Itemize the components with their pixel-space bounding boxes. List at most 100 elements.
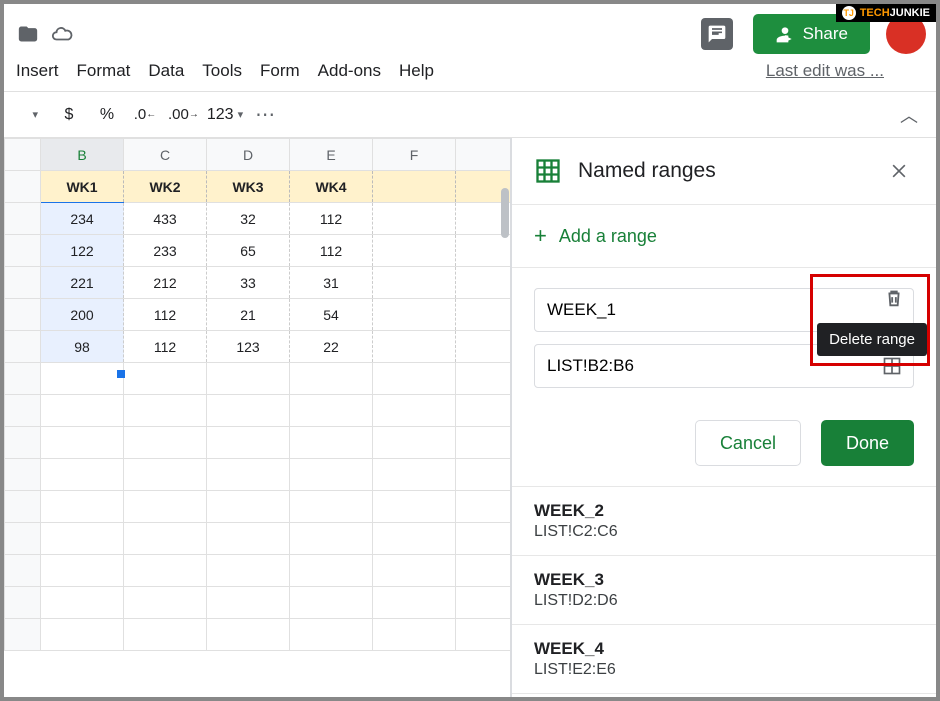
percent-format-button[interactable]: % xyxy=(92,100,122,130)
cell[interactable]: 233 xyxy=(124,235,207,267)
range-ref-label: LIST!D2:D6 xyxy=(534,592,914,610)
logo-text-1: TECH xyxy=(860,7,890,19)
cell[interactable] xyxy=(373,171,456,203)
share-label: Share xyxy=(803,24,848,44)
cloud-saved-icon[interactable] xyxy=(50,22,74,46)
column-header[interactable] xyxy=(456,139,512,171)
cell[interactable]: 123 xyxy=(207,331,290,363)
cell[interactable]: WK3 xyxy=(207,171,290,203)
move-icon[interactable] xyxy=(16,22,40,46)
add-range-label: Add a range xyxy=(559,226,657,247)
close-panel-button[interactable] xyxy=(884,156,914,186)
cell[interactable] xyxy=(456,299,512,331)
row-header[interactable] xyxy=(5,331,41,363)
cell[interactable]: 212 xyxy=(124,267,207,299)
delete-highlight-box: Delete range xyxy=(810,274,930,366)
sheets-icon xyxy=(534,157,562,185)
menu-insert[interactable]: Insert xyxy=(16,61,59,81)
increase-decimal-button[interactable]: .00→ xyxy=(168,100,199,130)
row-header[interactable] xyxy=(5,267,41,299)
menu-addons[interactable]: Add-ons xyxy=(318,61,381,81)
cell[interactable]: 221 xyxy=(41,267,124,299)
range-ref-label: LIST!C2:C6 xyxy=(534,523,914,541)
cell[interactable]: 54 xyxy=(290,299,373,331)
cell[interactable]: 234 xyxy=(41,203,124,235)
font-size-dropdown[interactable] xyxy=(16,100,46,130)
decrease-decimal-button[interactable]: .0← xyxy=(130,100,160,130)
vertical-scrollbar[interactable] xyxy=(501,188,509,238)
row-header[interactable] xyxy=(5,299,41,331)
title-bar: Share xyxy=(4,4,936,58)
cell[interactable] xyxy=(456,267,512,299)
cell[interactable]: 21 xyxy=(207,299,290,331)
cell[interactable] xyxy=(373,299,456,331)
cell[interactable]: 200 xyxy=(41,299,124,331)
panel-header: Named ranges xyxy=(512,138,936,205)
column-header[interactable]: E xyxy=(290,139,373,171)
logo-circle: TJ xyxy=(842,6,856,20)
cell[interactable]: WK1 xyxy=(41,171,124,203)
collapse-toolbar-button[interactable]: ︿ xyxy=(894,100,924,130)
cell[interactable] xyxy=(373,267,456,299)
spreadsheet[interactable]: B C D E F WK1 WK2 WK3 WK4 234 433 32 xyxy=(4,138,511,697)
cell[interactable]: 32 xyxy=(207,203,290,235)
cell[interactable]: 112 xyxy=(124,299,207,331)
cell[interactable] xyxy=(373,331,456,363)
add-range-button[interactable]: + Add a range xyxy=(512,205,936,268)
menu-bar: Insert Format Data Tools Form Add-ons He… xyxy=(4,58,936,92)
named-range-item[interactable]: WEEK_2 LIST!C2:C6 xyxy=(512,487,936,556)
done-button[interactable]: Done xyxy=(821,420,914,466)
logo-text-2: JUNKIE xyxy=(890,7,930,19)
column-header[interactable]: C xyxy=(124,139,207,171)
range-name-label: WEEK_4 xyxy=(534,639,914,659)
cell[interactable]: 122 xyxy=(41,235,124,267)
more-toolbar-button[interactable]: ⋯ xyxy=(251,100,281,130)
cell[interactable]: WK4 xyxy=(290,171,373,203)
menu-tools[interactable]: Tools xyxy=(202,61,242,81)
plus-icon: + xyxy=(534,223,547,249)
cell[interactable]: 112 xyxy=(124,331,207,363)
cell[interactable]: 65 xyxy=(207,235,290,267)
cancel-button[interactable]: Cancel xyxy=(695,420,801,466)
cell[interactable] xyxy=(456,235,512,267)
row-header[interactable] xyxy=(5,235,41,267)
row-header[interactable] xyxy=(5,203,41,235)
row-header[interactable] xyxy=(5,171,41,203)
column-header[interactable]: B xyxy=(41,139,124,171)
menu-help[interactable]: Help xyxy=(399,61,434,81)
cell[interactable] xyxy=(456,331,512,363)
panel-title: Named ranges xyxy=(578,159,884,183)
named-ranges-panel: Named ranges + Add a range Delete range xyxy=(511,138,936,697)
column-header[interactable]: D xyxy=(207,139,290,171)
named-range-item[interactable]: WEEK_4 LIST!E2:E6 xyxy=(512,625,936,694)
range-name-label: WEEK_2 xyxy=(534,501,914,521)
cell[interactable]: 98 xyxy=(41,331,124,363)
corner-cell[interactable] xyxy=(5,139,41,171)
main-area: B C D E F WK1 WK2 WK3 WK4 234 433 32 xyxy=(4,138,936,697)
cell[interactable]: 112 xyxy=(290,203,373,235)
range-name-label: WEEK_3 xyxy=(534,570,914,590)
cell[interactable]: WK2 xyxy=(124,171,207,203)
currency-format-button[interactable]: $ xyxy=(54,100,84,130)
cell[interactable]: 112 xyxy=(290,235,373,267)
menu-format[interactable]: Format xyxy=(77,61,131,81)
number-format-dropdown[interactable]: 123 xyxy=(207,100,243,130)
delete-tooltip: Delete range xyxy=(817,323,927,356)
menu-form[interactable]: Form xyxy=(260,61,300,81)
last-edit-link[interactable]: Last edit was ... xyxy=(766,61,884,81)
cell[interactable] xyxy=(373,203,456,235)
named-range-item[interactable]: WEEK_3 LIST!D2:D6 xyxy=(512,556,936,625)
range-ref-label: LIST!E2:E6 xyxy=(534,661,914,679)
cell[interactable]: 433 xyxy=(124,203,207,235)
cell[interactable]: 22 xyxy=(290,331,373,363)
menu-data[interactable]: Data xyxy=(148,61,184,81)
column-header[interactable]: F xyxy=(373,139,456,171)
selection-handle[interactable] xyxy=(117,370,125,378)
cell[interactable] xyxy=(373,235,456,267)
cell[interactable]: 33 xyxy=(207,267,290,299)
delete-range-button[interactable] xyxy=(883,287,909,313)
cell[interactable]: 31 xyxy=(290,267,373,299)
comments-button[interactable] xyxy=(701,18,733,50)
watermark-badge: TJ TECHJUNKIE xyxy=(836,4,936,22)
toolbar: $ % .0← .00→ 123 ⋯ ︿ xyxy=(4,92,936,138)
